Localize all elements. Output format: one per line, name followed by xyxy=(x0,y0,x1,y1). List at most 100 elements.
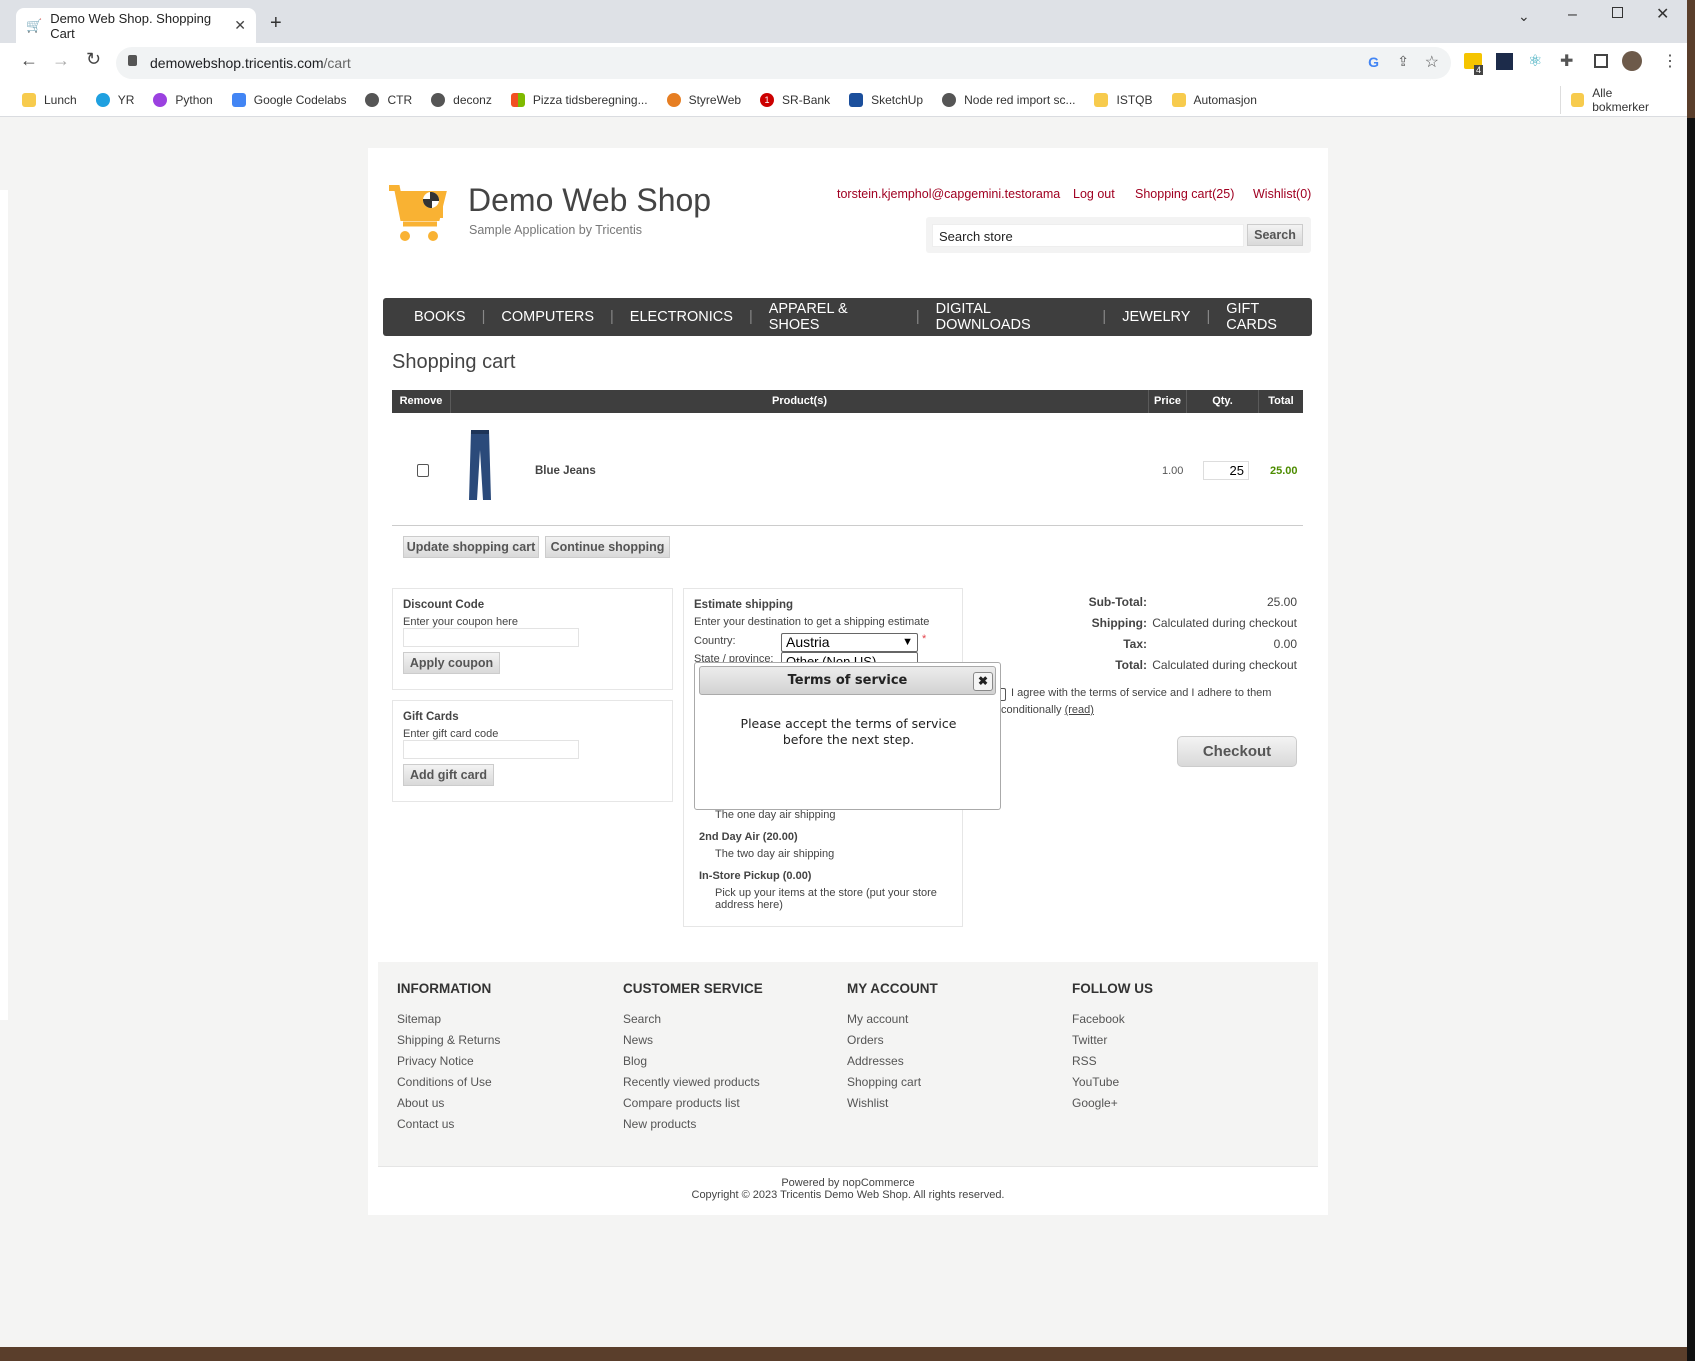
footer-link[interactable]: Recently viewed products xyxy=(623,1075,760,1089)
footer-link[interactable]: Compare products list xyxy=(623,1096,740,1110)
google-icon[interactable]: G xyxy=(1368,54,1379,70)
update-cart-button[interactable]: Update shopping cart xyxy=(403,536,539,558)
logo-title[interactable]: Demo Web Shop xyxy=(468,182,711,219)
nav-separator: | xyxy=(1102,309,1107,325)
menu-icon[interactable]: ⋮ xyxy=(1662,51,1678,71)
footer-link[interactable]: About us xyxy=(397,1096,444,1110)
footer-link[interactable]: Search xyxy=(623,1012,661,1026)
qty-input[interactable]: 25 xyxy=(1203,461,1249,480)
footer-link[interactable]: Orders xyxy=(847,1033,884,1047)
share-icon[interactable]: ⇪ xyxy=(1397,53,1409,70)
bookmark-label: Automasjon xyxy=(1193,92,1257,107)
minimize-icon[interactable]: – xyxy=(1568,6,1577,24)
maximize-icon[interactable] xyxy=(1612,7,1623,18)
gift-card-input[interactable] xyxy=(403,740,579,759)
apply-coupon-button[interactable]: Apply coupon xyxy=(403,652,500,674)
terms-read-link[interactable]: (read) xyxy=(1065,704,1094,716)
close-tab-icon[interactable]: ✕ xyxy=(234,17,246,34)
nav-apparel-shoes[interactable]: APPAREL & SHOES xyxy=(769,301,900,333)
shipping-option-desc: The two day air shipping xyxy=(715,848,835,860)
nav-electronics[interactable]: ELECTRONICS xyxy=(630,309,733,325)
footer-link[interactable]: New products xyxy=(623,1117,696,1131)
all-bookmarks[interactable]: Alle bokmerker xyxy=(1560,85,1668,114)
footer-link[interactable]: Facebook xyxy=(1072,1012,1125,1026)
close-window-icon[interactable]: ✕ xyxy=(1656,4,1669,24)
tab-search-icon[interactable]: ⌄ xyxy=(1518,8,1530,25)
dialog-close-icon[interactable]: ✖ xyxy=(973,672,993,691)
new-tab-icon[interactable]: + xyxy=(270,12,282,35)
nav-jewelry[interactable]: JEWELRY xyxy=(1122,309,1190,325)
bookmark[interactable]: Google Codelabs xyxy=(231,92,346,107)
footer-link[interactable]: Contact us xyxy=(397,1117,454,1131)
footer-link[interactable]: Twitter xyxy=(1072,1033,1107,1047)
state-select[interactable]: Other (Non US) xyxy=(781,652,918,662)
address-bar[interactable]: demowebshop.tricentis.com/cart G ⇪ ☆ xyxy=(116,47,1451,79)
forward-icon[interactable]: → xyxy=(52,50,70,71)
sr-bank-icon: 1 xyxy=(760,92,775,107)
bookmark[interactable]: Node red import sc... xyxy=(942,92,1075,107)
bookmark[interactable]: StyreWeb xyxy=(666,92,741,107)
nav-gift-cards[interactable]: GIFT CARDS xyxy=(1226,301,1312,333)
bookmark[interactable]: SketchUp xyxy=(849,92,923,107)
shopping-cart-link[interactable]: Shopping cart(25) xyxy=(1135,187,1234,201)
shipping-option-desc: The one day air shipping xyxy=(715,809,836,821)
remove-checkbox[interactable] xyxy=(417,464,429,477)
logout-link[interactable]: Log out xyxy=(1073,187,1115,201)
side-panel-icon[interactable] xyxy=(1594,54,1608,68)
back-icon[interactable]: ← xyxy=(20,50,38,71)
footer-link[interactable]: Blog xyxy=(623,1054,647,1068)
footer-link[interactable]: Shopping cart xyxy=(847,1075,921,1089)
bookmark[interactable]: Python xyxy=(153,92,213,107)
footer-link[interactable]: Wishlist xyxy=(847,1096,888,1110)
footer-link[interactable]: News xyxy=(623,1033,653,1047)
profile-avatar[interactable] xyxy=(1622,51,1642,71)
nav-digital-downloads[interactable]: DIGITAL DOWNLOADS xyxy=(936,301,1087,333)
bookmark[interactable]: Automasjon xyxy=(1171,92,1257,107)
add-gift-card-button[interactable]: Add gift card xyxy=(403,764,494,786)
styreweb-icon xyxy=(666,92,681,107)
bookmark[interactable]: Pizza tidsberegning... xyxy=(510,92,648,107)
footer-link[interactable]: My account xyxy=(847,1012,908,1026)
account-link[interactable]: torstein.kjemphol@capgemini.testorama xyxy=(837,187,1060,201)
bookmarks-bar: Lunch YR Python Google Codelabs CTR deco… xyxy=(0,83,1687,117)
bookmark[interactable]: deconz xyxy=(431,92,492,107)
coupon-input[interactable] xyxy=(403,628,579,647)
footer-link[interactable]: Shipping & Returns xyxy=(397,1033,500,1047)
product-name-link[interactable]: Blue Jeans xyxy=(535,465,596,477)
bookmark-star-icon[interactable]: ☆ xyxy=(1425,52,1439,72)
footer-link[interactable]: Conditions of Use xyxy=(397,1075,492,1089)
search-button[interactable]: Search xyxy=(1247,224,1303,246)
nav-books[interactable]: BOOKS xyxy=(414,309,466,325)
footer-link[interactable]: Sitemap xyxy=(397,1012,441,1026)
footer-link[interactable]: Google+ xyxy=(1072,1096,1118,1110)
country-select[interactable]: Austria ▼ xyxy=(781,633,918,652)
extensions-puzzle-icon[interactable]: ✚ xyxy=(1560,51,1573,71)
bookmark[interactable]: YR xyxy=(95,92,134,107)
react-extension-icon[interactable]: ⚛ xyxy=(1528,51,1542,71)
bookmark[interactable]: Lunch xyxy=(22,92,77,107)
country-label: Country: xyxy=(694,635,736,647)
search-input[interactable]: Search store xyxy=(932,224,1244,247)
shipping-title: Estimate shipping xyxy=(694,599,794,611)
shipping-value: Calculated during checkout xyxy=(1152,616,1297,630)
vtd-extension-icon[interactable] xyxy=(1496,53,1513,70)
bookmark[interactable]: CTR xyxy=(365,92,412,107)
logo-cart-icon[interactable] xyxy=(387,184,453,242)
footer-link[interactable]: YouTube xyxy=(1072,1075,1119,1089)
nav-computers[interactable]: COMPUTERS xyxy=(501,309,594,325)
extension-badge: 4 xyxy=(1474,65,1484,75)
continue-shopping-button[interactable]: Continue shopping xyxy=(545,536,670,558)
footer-link[interactable]: RSS xyxy=(1072,1054,1097,1068)
browser-tab[interactable]: 🛒 Demo Web Shop. Shopping Cart ✕ xyxy=(16,8,256,43)
wishlist-link[interactable]: Wishlist(0) xyxy=(1253,187,1311,201)
product-image[interactable] xyxy=(468,428,492,502)
bookmark-label: SR-Bank xyxy=(782,92,831,107)
footer-link[interactable]: Privacy Notice xyxy=(397,1054,474,1068)
checkout-button[interactable]: Checkout xyxy=(1177,736,1297,767)
bookmark-folder-icon xyxy=(22,92,36,107)
footer-link[interactable]: Addresses xyxy=(847,1054,904,1068)
bookmark[interactable]: 1 SR-Bank xyxy=(760,92,831,107)
powered-by: Powered by nopCommerce xyxy=(781,1177,915,1189)
bookmark[interactable]: ISTQB xyxy=(1094,92,1153,107)
reload-icon[interactable]: ↻ xyxy=(86,49,101,70)
